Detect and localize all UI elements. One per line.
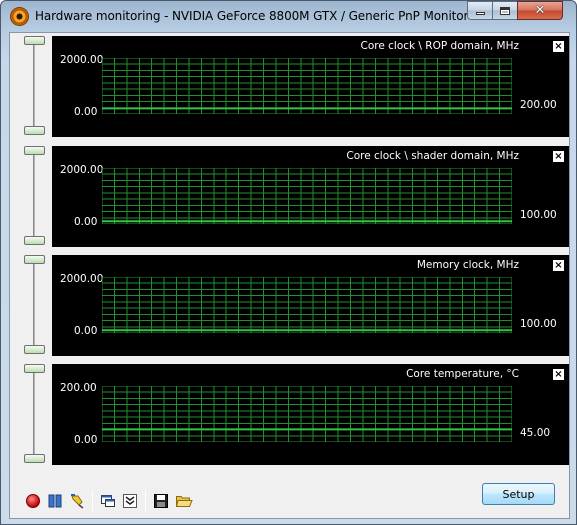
- slider-track: [33, 44, 35, 132]
- scale-slider[interactable]: [16, 255, 52, 356]
- graph-panel: Core temperature, °C × 200.00 0.00 45.00: [16, 364, 569, 465]
- slider-min-handle[interactable]: [24, 236, 45, 245]
- record-icon: [26, 494, 40, 508]
- scale-slider[interactable]: [16, 364, 52, 465]
- slider-max-handle[interactable]: [24, 146, 45, 155]
- graph-grid: [102, 58, 512, 114]
- slider-track: [33, 372, 35, 460]
- graph-grid: [102, 168, 512, 224]
- graph-y-min: 0.00: [74, 434, 98, 446]
- monitoring-graph: Core clock \ ROP domain, MHz × 2000.00 0…: [52, 36, 569, 137]
- slider-max-handle[interactable]: [24, 364, 45, 373]
- close-button[interactable]: ✕: [517, 1, 563, 20]
- monitoring-graph: Core clock \ shader domain, MHz × 2000.0…: [52, 146, 569, 247]
- scale-slider[interactable]: [16, 146, 52, 247]
- window-title: Hardware monitoring - NVIDIA GeForce 880…: [35, 9, 469, 23]
- graph-y-max: 2000.00: [60, 54, 104, 66]
- save-button[interactable]: [152, 492, 170, 510]
- graph-current-value: 200.00: [520, 99, 557, 111]
- graph-panel: Core clock \ shader domain, MHz × 2000.0…: [16, 146, 569, 247]
- slider-max-handle[interactable]: [24, 36, 45, 45]
- slider-min-handle[interactable]: [24, 126, 45, 135]
- record-button[interactable]: [24, 492, 42, 510]
- graph-title: Memory clock, MHz: [416, 259, 519, 271]
- pause-icon: [48, 494, 62, 508]
- maximize-button[interactable]: [492, 1, 518, 20]
- slider-track: [33, 263, 35, 351]
- open-folder-icon: [175, 496, 193, 507]
- app-gear-icon[interactable]: [11, 8, 28, 25]
- toolbar-separator: [92, 491, 93, 511]
- bottom-toolbar: Setup: [10, 479, 569, 519]
- minimize-icon: [475, 12, 485, 15]
- collapse-icon: [123, 494, 137, 508]
- graph-y-min: 0.00: [74, 325, 98, 337]
- graph-close-icon[interactable]: ×: [553, 369, 564, 380]
- collapse-button[interactable]: [121, 492, 139, 510]
- scale-slider[interactable]: [16, 36, 52, 137]
- open-button[interactable]: [175, 492, 193, 510]
- monitoring-client-area: Core clock \ ROP domain, MHz × 2000.00 0…: [9, 32, 570, 519]
- graph-grid: [102, 386, 512, 442]
- graph-y-max: 2000.00: [60, 164, 104, 176]
- graph-current-value: 45.00: [520, 427, 551, 439]
- graph-title: Core clock \ ROP domain, MHz: [360, 40, 519, 52]
- graph-close-icon[interactable]: ×: [553, 260, 564, 271]
- save-icon: [154, 494, 168, 508]
- hardware-monitoring-window: Hardware monitoring - NVIDIA GeForce 880…: [0, 0, 577, 525]
- graph-y-min: 0.00: [74, 106, 98, 118]
- graph-current-value: 100.00: [520, 209, 557, 221]
- window-icon: [101, 495, 115, 507]
- graph-y-min: 0.00: [74, 216, 98, 228]
- graph-title: Core temperature, °C: [406, 368, 519, 380]
- window-mode-button[interactable]: [99, 492, 117, 510]
- title-bar[interactable]: Hardware monitoring - NVIDIA GeForce 880…: [1, 1, 576, 32]
- maximize-icon: [500, 6, 510, 15]
- graph-panel: Memory clock, MHz × 2000.00 0.00 100.00: [16, 255, 569, 356]
- monitoring-graph: Memory clock, MHz × 2000.00 0.00 100.00: [52, 255, 569, 356]
- minimize-button[interactable]: [467, 1, 493, 20]
- graph-close-icon[interactable]: ×: [553, 41, 564, 52]
- close-icon: ✕: [534, 3, 546, 18]
- monitoring-graph: Core temperature, °C × 200.00 0.00 45.00: [52, 364, 569, 465]
- toolbar-separator: [145, 491, 146, 511]
- graph-current-value: 100.00: [520, 318, 557, 330]
- graph-title: Core clock \ shader domain, MHz: [346, 150, 519, 162]
- slider-min-handle[interactable]: [24, 345, 45, 354]
- graph-grid: [102, 277, 512, 333]
- pause-button[interactable]: [46, 492, 64, 510]
- slider-min-handle[interactable]: [24, 454, 45, 463]
- graph-panel: Core clock \ ROP domain, MHz × 2000.00 0…: [16, 36, 569, 137]
- slider-max-handle[interactable]: [24, 255, 45, 264]
- graph-y-max: 200.00: [60, 382, 97, 394]
- graph-close-icon[interactable]: ×: [553, 151, 564, 162]
- setup-button[interactable]: Setup: [482, 483, 555, 505]
- pin-button[interactable]: [68, 492, 86, 510]
- slider-track: [33, 154, 35, 242]
- pin-icon: [71, 494, 84, 509]
- graph-y-max: 2000.00: [60, 273, 104, 285]
